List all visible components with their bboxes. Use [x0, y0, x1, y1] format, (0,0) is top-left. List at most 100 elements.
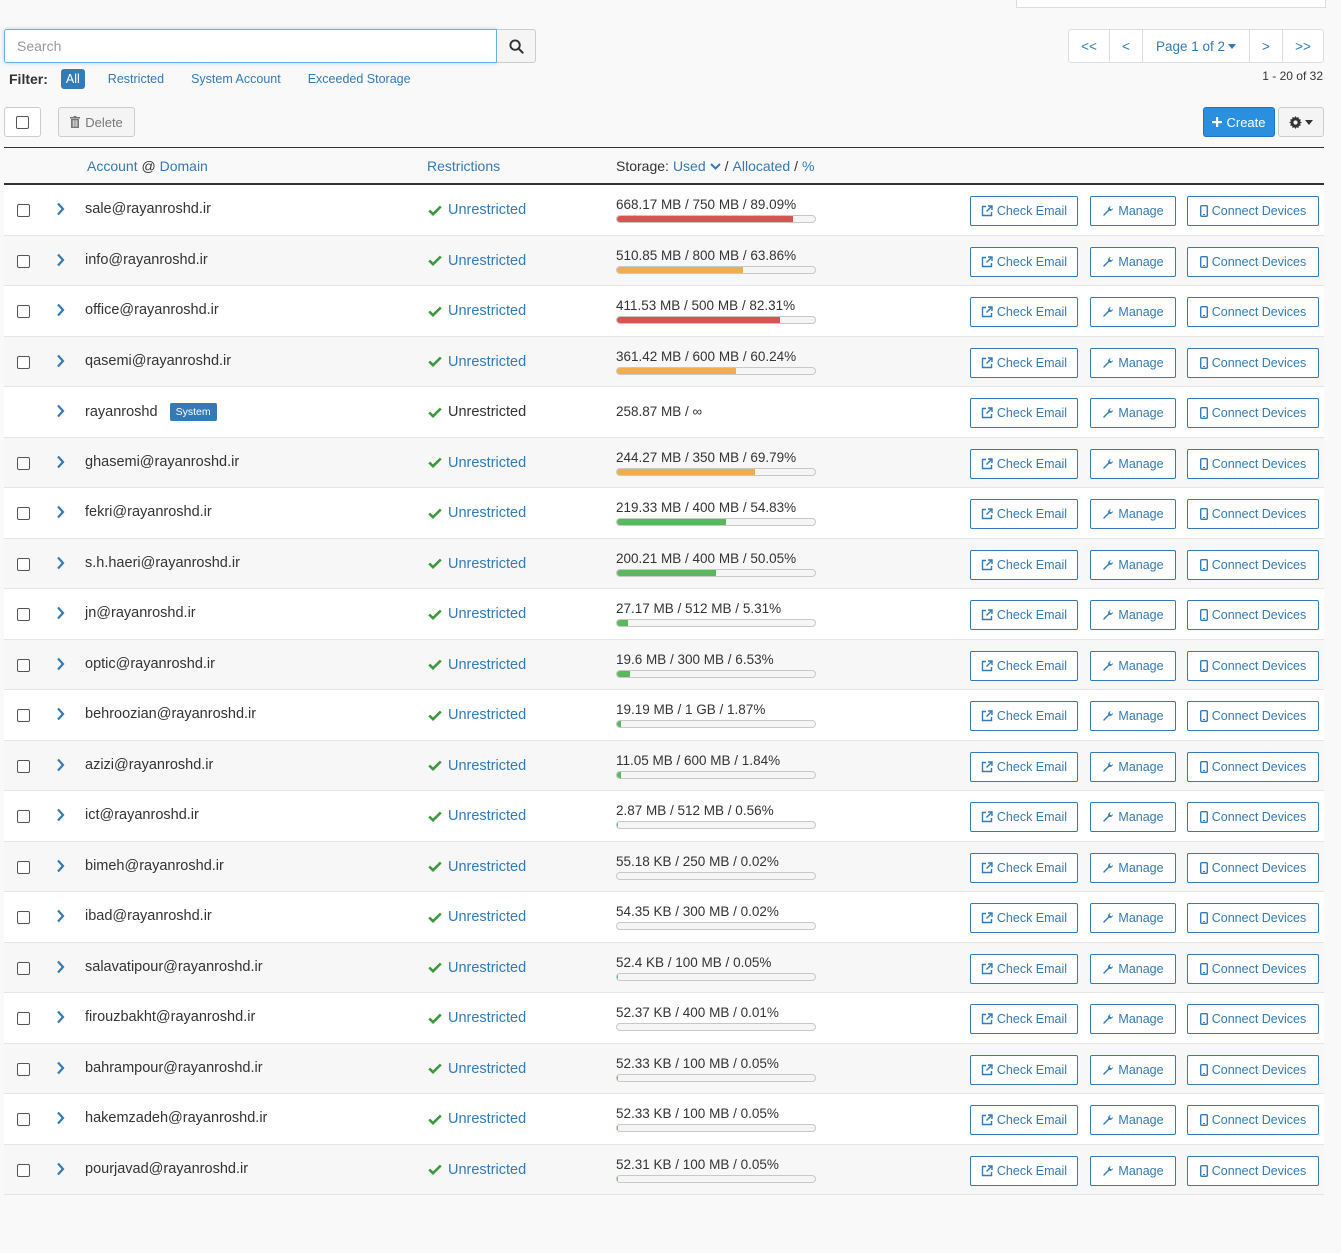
check-email-button[interactable]: Check Email — [970, 246, 1078, 277]
filter-restricted[interactable]: Restricted — [103, 69, 169, 89]
connect-devices-button[interactable]: Connect Devices — [1187, 499, 1319, 529]
manage-button[interactable]: Manage — [1090, 549, 1176, 580]
manage-button[interactable]: Manage — [1090, 903, 1176, 933]
manage-button[interactable]: Manage — [1090, 1155, 1176, 1186]
restriction-status[interactable]: Unrestricted — [428, 556, 526, 572]
page-last-button[interactable]: >> — [1282, 29, 1324, 63]
restriction-status[interactable]: Unrestricted — [428, 1010, 526, 1026]
row-checkbox[interactable] — [17, 658, 30, 675]
expand-row-button[interactable] — [56, 859, 65, 873]
manage-button[interactable]: Manage — [1090, 1004, 1176, 1034]
restriction-status[interactable]: Unrestricted — [428, 657, 526, 673]
row-checkbox[interactable] — [17, 355, 30, 372]
check-email-button[interactable]: Check Email — [970, 196, 1078, 226]
connect-devices-button[interactable]: Connect Devices — [1187, 903, 1319, 933]
expand-row-button[interactable] — [56, 960, 65, 974]
connect-devices-button[interactable]: Connect Devices — [1187, 196, 1319, 226]
check-email-button[interactable]: Check Email — [970, 903, 1078, 933]
restriction-status[interactable]: Unrestricted — [428, 404, 526, 420]
delete-button[interactable]: Delete — [58, 107, 135, 137]
row-checkbox[interactable] — [17, 709, 30, 725]
restriction-status[interactable]: Unrestricted — [428, 303, 526, 319]
page-first-button[interactable]: << — [1068, 29, 1110, 63]
manage-button[interactable]: Manage — [1090, 802, 1176, 832]
restriction-status[interactable]: Unrestricted — [428, 707, 526, 723]
expand-row-button[interactable] — [56, 202, 65, 216]
check-email-button[interactable]: Check Email — [970, 1054, 1078, 1085]
restriction-status[interactable]: Unrestricted — [428, 808, 526, 824]
connect-devices-button[interactable]: Connect Devices — [1187, 398, 1319, 428]
expand-row-button[interactable] — [56, 606, 65, 620]
expand-row-button[interactable] — [56, 505, 65, 519]
connect-devices-button[interactable]: Connect Devices — [1187, 297, 1319, 327]
check-email-button[interactable]: Check Email — [970, 347, 1078, 378]
restriction-status[interactable]: Unrestricted — [428, 1061, 526, 1077]
check-email-button[interactable]: Check Email — [970, 448, 1078, 479]
connect-devices-button[interactable]: Connect Devices — [1187, 1155, 1319, 1186]
restriction-status[interactable]: Unrestricted — [428, 505, 526, 521]
connect-devices-button[interactable]: Connect Devices — [1187, 1004, 1319, 1034]
restriction-status[interactable]: Unrestricted — [428, 758, 526, 774]
connect-devices-button[interactable]: Connect Devices — [1187, 650, 1319, 681]
manage-button[interactable]: Manage — [1090, 701, 1176, 731]
connect-devices-button[interactable]: Connect Devices — [1187, 953, 1319, 984]
row-checkbox[interactable] — [17, 305, 30, 321]
expand-row-button[interactable] — [56, 808, 65, 822]
sort-restrictions-link[interactable]: Restrictions — [427, 158, 500, 174]
search-input[interactable] — [4, 29, 497, 63]
manage-button[interactable]: Manage — [1090, 398, 1176, 428]
connect-devices-button[interactable]: Connect Devices — [1187, 600, 1319, 630]
expand-row-button[interactable] — [56, 354, 65, 368]
row-checkbox[interactable] — [17, 456, 30, 473]
sort-used-link[interactable]: Used — [673, 158, 706, 174]
check-email-button[interactable]: Check Email — [970, 549, 1078, 580]
connect-devices-button[interactable]: Connect Devices — [1187, 1105, 1319, 1135]
filter-all[interactable]: All — [60, 69, 85, 89]
filter-exceeded-storage[interactable]: Exceeded Storage — [303, 69, 416, 89]
expand-row-button[interactable] — [56, 303, 65, 317]
restriction-status[interactable]: Unrestricted — [428, 909, 526, 925]
check-email-button[interactable]: Check Email — [970, 600, 1078, 630]
select-all-checkbox[interactable] — [4, 107, 41, 137]
expand-row-button[interactable] — [56, 556, 65, 570]
manage-button[interactable]: Manage — [1090, 751, 1176, 782]
expand-row-button[interactable] — [56, 758, 65, 772]
expand-row-button[interactable] — [56, 909, 65, 923]
connect-devices-button[interactable]: Connect Devices — [1187, 246, 1319, 277]
row-checkbox[interactable] — [17, 911, 30, 927]
manage-button[interactable]: Manage — [1090, 650, 1176, 681]
sort-allocated-link[interactable]: Allocated — [733, 158, 791, 174]
connect-devices-button[interactable]: Connect Devices — [1187, 448, 1319, 479]
manage-button[interactable]: Manage — [1090, 852, 1176, 883]
manage-button[interactable]: Manage — [1090, 196, 1176, 226]
sort-domain-link[interactable]: Domain — [160, 158, 208, 174]
row-checkbox[interactable] — [17, 557, 30, 574]
row-checkbox[interactable] — [17, 860, 30, 877]
settings-menu-button[interactable] — [1278, 107, 1324, 137]
restriction-status[interactable]: Unrestricted — [428, 606, 526, 622]
sort-percent-link[interactable]: % — [802, 158, 814, 174]
check-email-button[interactable]: Check Email — [970, 751, 1078, 782]
restriction-status[interactable]: Unrestricted — [428, 455, 526, 471]
connect-devices-button[interactable]: Connect Devices — [1187, 1054, 1319, 1085]
connect-devices-button[interactable]: Connect Devices — [1187, 802, 1319, 832]
restriction-status[interactable]: Unrestricted — [428, 1162, 526, 1178]
row-checkbox[interactable] — [17, 1012, 30, 1028]
sort-account-link[interactable]: Account — [87, 158, 138, 174]
check-email-button[interactable]: Check Email — [970, 650, 1078, 681]
manage-button[interactable]: Manage — [1090, 347, 1176, 378]
manage-button[interactable]: Manage — [1090, 448, 1176, 479]
row-checkbox[interactable] — [17, 810, 30, 826]
expand-row-button[interactable] — [56, 455, 65, 469]
row-checkbox[interactable] — [17, 608, 30, 624]
row-checkbox[interactable] — [17, 759, 30, 776]
page-next-button[interactable]: > — [1249, 29, 1283, 63]
check-email-button[interactable]: Check Email — [970, 499, 1078, 529]
page-prev-button[interactable]: < — [1109, 29, 1143, 63]
expand-row-button[interactable] — [56, 1111, 65, 1125]
manage-button[interactable]: Manage — [1090, 246, 1176, 277]
filter-system-account[interactable]: System Account — [186, 69, 286, 89]
page-select[interactable]: Page 1 of 2 — [1142, 29, 1250, 63]
search-button[interactable] — [497, 29, 536, 63]
check-email-button[interactable]: Check Email — [970, 701, 1078, 731]
